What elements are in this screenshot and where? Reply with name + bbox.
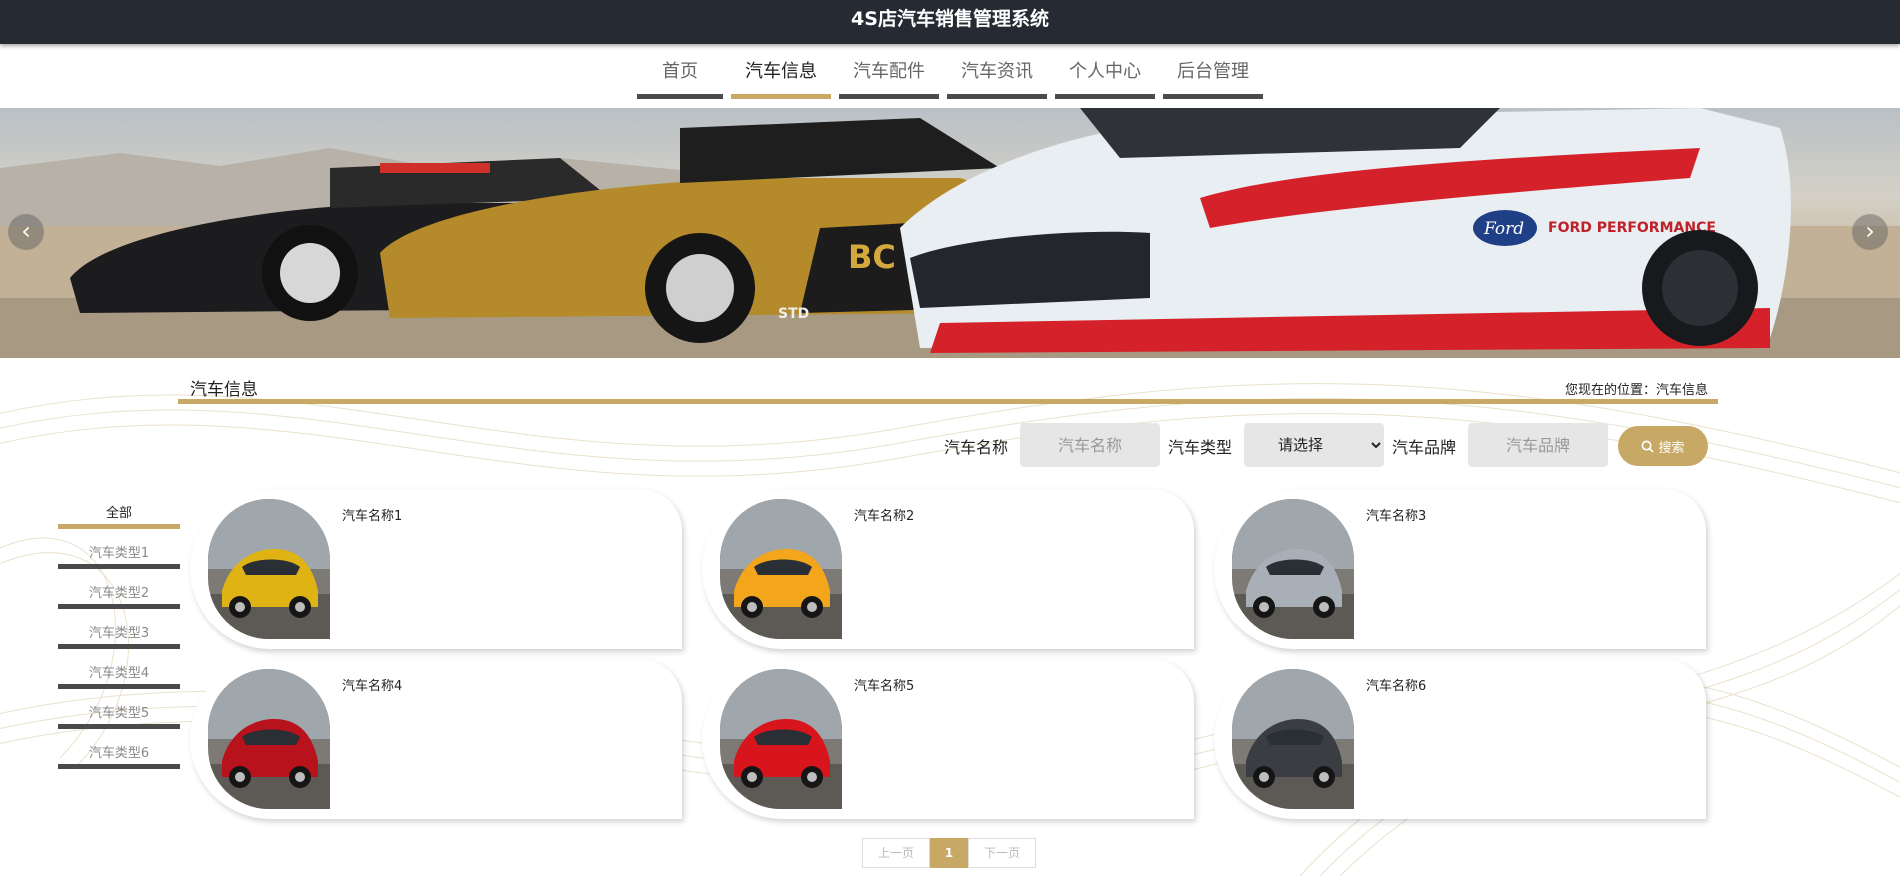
car-card[interactable]: 汽车名称1 xyxy=(190,489,682,649)
sidebar-item-label: 汽车类型4 xyxy=(88,666,150,681)
nav-item-3[interactable]: 汽车配件 xyxy=(839,44,939,99)
car-photo xyxy=(720,499,842,639)
sidebar-item-label: 汽车类型3 xyxy=(88,626,150,641)
nav-item-label: 汽车配件 xyxy=(853,61,925,82)
search-bar: 汽车名称 汽车类型 请选择 汽车品牌 搜索 xyxy=(178,423,1718,469)
car-card[interactable]: 汽车名称5 xyxy=(702,659,1194,819)
nav-item-5[interactable]: 个人中心 xyxy=(1055,44,1155,99)
car-name[interactable]: 汽车名称1 xyxy=(342,505,402,524)
car-thumbnail[interactable] xyxy=(1232,669,1354,809)
car-photo xyxy=(208,499,330,639)
banner-image: BC STD Ford FORD PERFORMANCE xyxy=(0,108,1900,358)
car-thumbnail[interactable] xyxy=(720,669,842,809)
car-card[interactable]: 汽车名称3 xyxy=(1214,489,1706,649)
sidebar-item-5[interactable]: 汽车类型5 xyxy=(58,689,180,729)
nav-item-6[interactable]: 后台管理 xyxy=(1163,44,1263,99)
section-title: 汽车信息 xyxy=(190,380,258,400)
nav-item-4[interactable]: 汽车资讯 xyxy=(947,44,1047,99)
sidebar-item-label: 汽车类型2 xyxy=(88,586,150,601)
car-photo xyxy=(1232,499,1354,639)
app-title: 4S店汽车销售管理系统 xyxy=(851,8,1049,30)
main-nav: 首页 汽车信息 汽车配件 汽车资讯 个人中心 后台管理 xyxy=(0,44,1900,108)
nav-item-label: 个人中心 xyxy=(1069,61,1141,82)
nav-item-2[interactable]: 汽车信息 xyxy=(731,44,831,99)
type-label: 汽车类型 xyxy=(1168,438,1233,457)
svg-text:BC: BC xyxy=(848,238,896,276)
breadcrumb: 您现在的位置：汽车信息 xyxy=(1564,383,1708,398)
car-name[interactable]: 汽车名称4 xyxy=(342,675,402,694)
nav-item-1[interactable]: 首页 xyxy=(637,44,723,99)
car-thumbnail[interactable] xyxy=(208,499,330,639)
car-thumbnail[interactable] xyxy=(1232,499,1354,639)
sidebar-item-2[interactable]: 汽车类型2 xyxy=(58,569,180,609)
car-name[interactable]: 汽车名称5 xyxy=(854,675,914,694)
title-bar: 4S店汽车销售管理系统 xyxy=(0,0,1900,44)
banner-prev-button[interactable]: ‹ xyxy=(8,214,44,250)
car-photo xyxy=(208,669,330,809)
section-header: 汽车信息 您现在的位置：汽车信息 xyxy=(178,372,1718,404)
category-sidebar: 全部汽车类型1 汽车类型2 汽车类型3 汽车类型4 汽车类型5 汽车类型6 xyxy=(58,500,180,769)
car-thumbnail[interactable] xyxy=(720,499,842,639)
car-name[interactable]: 汽车名称6 xyxy=(1366,675,1426,694)
search-button[interactable]: 搜索 xyxy=(1618,426,1708,466)
search-icon xyxy=(1642,440,1655,453)
nav-item-label: 后台管理 xyxy=(1177,61,1249,82)
banner-next-button[interactable]: › xyxy=(1852,214,1888,250)
sidebar-item-label: 汽车类型1 xyxy=(88,546,150,561)
car-photo xyxy=(1232,669,1354,809)
prev-page-button[interactable]: 上一页 xyxy=(862,838,930,868)
car-card[interactable]: 汽车名称6 xyxy=(1214,659,1706,819)
brand-search-input[interactable] xyxy=(1468,423,1608,467)
nav-item-label: 首页 xyxy=(662,61,698,82)
name-search-input[interactable] xyxy=(1020,423,1160,467)
car-name[interactable]: 汽车名称2 xyxy=(854,505,914,524)
sidebar-item-0[interactable]: 全部 xyxy=(58,500,180,529)
nav-item-label: 汽车资讯 xyxy=(961,61,1033,82)
sidebar-item-label: 汽车类型5 xyxy=(88,706,150,721)
current-page-button[interactable]: 1 xyxy=(930,838,968,868)
banner-carousel[interactable]: BC STD Ford FORD PERFORMANCE ‹ › xyxy=(0,108,1900,358)
sidebar-item-6[interactable]: 汽车类型6 xyxy=(58,729,180,769)
sidebar-item-1[interactable]: 汽车类型1 xyxy=(58,529,180,569)
sidebar-item-4[interactable]: 汽车类型4 xyxy=(58,649,180,689)
type-select[interactable]: 请选择 xyxy=(1244,423,1384,467)
brand-label: 汽车品牌 xyxy=(1392,438,1457,457)
sidebar-item-label: 汽车类型6 xyxy=(88,746,150,761)
next-page-button[interactable]: 下一页 xyxy=(968,838,1036,868)
sidebar-item-3[interactable]: 汽车类型3 xyxy=(58,609,180,649)
car-name[interactable]: 汽车名称3 xyxy=(1366,505,1426,524)
pagination: 上一页 1 下一页 xyxy=(862,838,1036,868)
car-card[interactable]: 汽车名称4 xyxy=(190,659,682,819)
svg-text:STD: STD xyxy=(778,306,809,322)
car-card[interactable]: 汽车名称2 xyxy=(702,489,1194,649)
svg-text:Ford: Ford xyxy=(1483,219,1524,239)
nav-item-label: 汽车信息 xyxy=(745,61,817,82)
car-thumbnail[interactable] xyxy=(208,669,330,809)
name-label: 汽车名称 xyxy=(944,438,1009,457)
search-button-label: 搜索 xyxy=(1658,440,1685,456)
car-photo xyxy=(720,669,842,809)
sidebar-item-label: 全部 xyxy=(105,506,132,521)
